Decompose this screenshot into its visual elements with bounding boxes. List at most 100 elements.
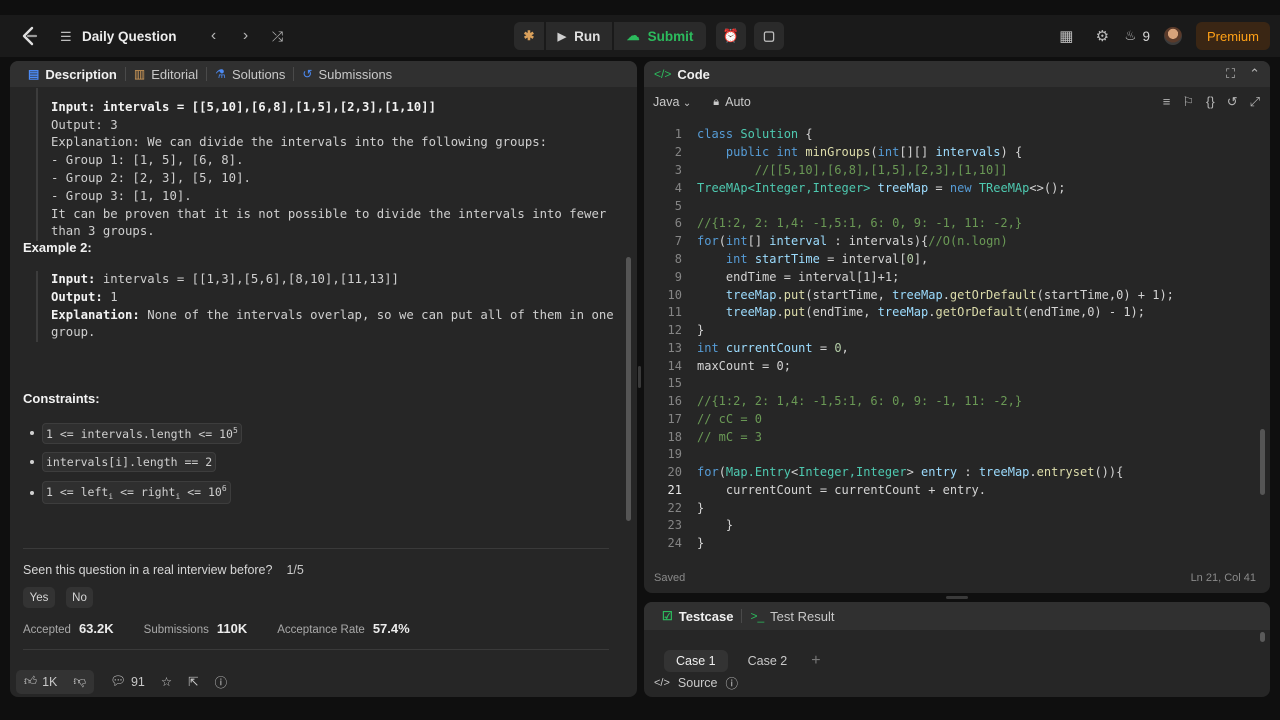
tab-description-label: Description <box>45 66 117 82</box>
example1-block: Input: intervals = [[5,10],[6,8],[1,5],[… <box>36 88 606 242</box>
constraint-code: 1 <= lefti <= righti <= 106 <box>42 481 231 505</box>
example2-explanation: group. <box>51 325 96 340</box>
code-scrollbar[interactable] <box>1260 429 1265 495</box>
thumbs-up-icon: 👍︎ <box>24 674 38 688</box>
token: int <box>725 234 748 248</box>
vertical-resize-handle[interactable] <box>638 366 641 388</box>
code-line: int startTime = interval[0], <box>725 252 929 266</box>
token: interval <box>769 234 828 248</box>
like-button[interactable]: 👍︎ 1K <box>16 669 66 694</box>
token: startTime <box>754 252 820 266</box>
notes-button[interactable]: ▢ <box>754 22 784 50</box>
line-number: 8 <box>674 252 682 266</box>
run-button[interactable]: ▶ Run <box>546 22 612 50</box>
tab-editorial[interactable]: ▥ Editorial <box>126 61 206 87</box>
chevron-right-icon[interactable]: › <box>233 27 259 45</box>
line-number: 23 <box>667 518 682 532</box>
flask-icon: ⚗ <box>215 67 226 81</box>
case-1-tab[interactable]: Case 1 <box>664 650 728 672</box>
token: 0 <box>906 252 914 266</box>
bullet <box>30 490 34 495</box>
example2-explanation: None of the intervals overlap, so we can… <box>147 307 614 322</box>
example2-output-value: 1 <box>110 289 118 304</box>
interview-fraction: 1/5 <box>286 563 304 577</box>
token: entryset <box>1036 465 1095 479</box>
thumbs-down-icon: 👎︎ <box>73 674 87 688</box>
tab-testcase-label: Testcase <box>678 608 734 624</box>
code-line: // cC = 0 <box>697 412 763 426</box>
avatar[interactable] <box>1164 27 1182 45</box>
logo-icon[interactable] <box>18 25 40 47</box>
fullscreen-icon[interactable]: ⛶ <box>1226 66 1235 82</box>
fire-icon: ♨ <box>1124 28 1137 43</box>
description-panel: ▤ Description ▥ Editorial ⚗ Solutions ↺ … <box>10 61 637 697</box>
streak-count: 9 <box>1142 28 1150 44</box>
source-label: Source <box>677 675 718 690</box>
bookmark-icon[interactable]: ⚐ <box>1182 94 1194 110</box>
grid-icon[interactable]: ▦ <box>1048 27 1084 45</box>
braces-icon[interactable]: {} <box>1206 94 1215 110</box>
run-controls: ✱ ▶ Run ☁ Submit ⏰ ▢ <box>514 22 784 50</box>
share-button[interactable]: ⇱ <box>180 670 206 694</box>
constraint-item: 1 <= lefti <= righti <= 106 <box>30 481 231 505</box>
source-toggle[interactable]: </> Source ⓘ <box>654 673 738 692</box>
favorite-button[interactable]: ☆ <box>153 670 180 694</box>
shuffle-icon[interactable]: ⤮ <box>265 28 291 45</box>
token: getOrDefault <box>949 288 1037 302</box>
tab-editorial-label: Editorial <box>151 66 199 82</box>
premium-button[interactable]: Premium <box>1196 22 1270 50</box>
alarm-icon: ⏰ <box>722 28 740 43</box>
code-icon: </> <box>654 67 672 81</box>
reset-icon[interactable]: ↺ <box>1227 94 1238 110</box>
token: treeMap <box>877 305 929 319</box>
debug-button[interactable]: ✱ <box>514 22 544 50</box>
constraint-item: intervals[i].length == 2 <box>30 452 217 472</box>
code-line: } <box>697 323 705 337</box>
history-icon: ↺ <box>302 67 313 81</box>
comments-button[interactable]: 💬︎ 91 <box>102 670 153 694</box>
document-icon: ▤ <box>28 67 40 81</box>
token: Integer,Integer <box>798 465 907 479</box>
dislike-button[interactable]: 👎︎ <box>65 669 95 694</box>
no-button[interactable]: No <box>66 587 93 608</box>
token: treeMap <box>725 305 777 319</box>
help-icon: ⓘ <box>725 677 739 691</box>
add-case-icon[interactable]: + <box>811 652 820 670</box>
submissions-value: 110K <box>216 621 248 636</box>
streak-counter[interactable]: ♨ 9 <box>1124 28 1150 44</box>
gear-icon[interactable]: ⚙ <box>1084 27 1120 45</box>
tab-testcase[interactable]: ☑ Testcase <box>654 603 741 629</box>
code-header-actions: ⛶ ⌃ <box>1226 66 1260 82</box>
token: public int <box>725 145 799 159</box>
line-number: 5 <box>674 199 682 213</box>
tab-description[interactable]: ▤ Description <box>20 61 125 87</box>
collapse-icon[interactable]: ⌃ <box>1249 66 1260 82</box>
tab-test-result-label: Test Result <box>770 608 835 624</box>
example1-line: Input: intervals = [[5,10],[6,8],[1,5],[… <box>51 99 436 114</box>
chevron-left-icon[interactable]: ‹ <box>201 27 227 45</box>
checkbox-icon: ☑ <box>662 609 673 623</box>
mode-label[interactable]: Auto <box>725 95 751 109</box>
example1-line: - Group 2: [2, 3], [5, 10]. <box>51 170 251 185</box>
timer-button[interactable]: ⏰ <box>716 22 746 50</box>
submit-button[interactable]: ☁ Submit <box>614 22 706 50</box>
language-select[interactable]: Java ⌄ <box>653 95 691 109</box>
list-icon[interactable]: ☰ <box>60 29 76 44</box>
description-scrollbar[interactable] <box>626 257 631 521</box>
format-icon[interactable]: ≡ <box>1163 94 1171 110</box>
token: class <box>697 127 734 141</box>
nav-title[interactable]: Daily Question <box>82 29 177 44</box>
code-line: endTime = interval[1]+1; <box>697 270 900 284</box>
case-2-tab[interactable]: Case 2 <box>736 650 800 672</box>
expand-icon[interactable]: ⤢ <box>1250 94 1260 110</box>
help-button[interactable]: ⓘ <box>207 670 236 694</box>
horizontal-resize-handle[interactable] <box>946 596 968 599</box>
yes-button[interactable]: Yes <box>23 587 55 608</box>
stats-row: Accepted 63.2K Submissions 110K Acceptan… <box>23 621 440 636</box>
tab-solutions[interactable]: ⚗ Solutions <box>207 61 293 87</box>
testcase-scrollbar[interactable] <box>1260 632 1265 642</box>
tab-submissions[interactable]: ↺ Submissions <box>294 61 400 87</box>
constraint-code: intervals[i].length == 2 <box>42 452 217 472</box>
example1-line: than 3 groups. <box>51 224 155 239</box>
tab-test-result[interactable]: >_ Test Result <box>742 603 842 629</box>
